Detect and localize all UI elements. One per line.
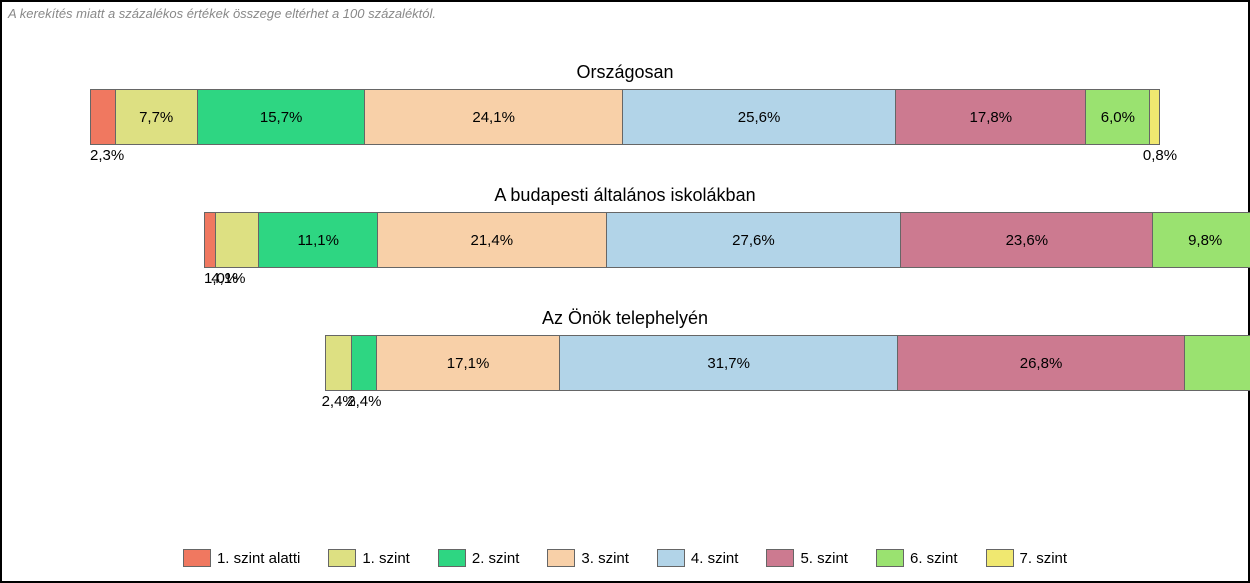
bar-segment-label-external: 4,1%: [211, 270, 245, 287]
bar-segment: 21,4%: [378, 213, 607, 267]
legend: 1. szint alatti 1. szint 2. szint 3. szint 4…: [2, 549, 1248, 567]
legend-swatch: [438, 549, 466, 567]
legend-item: 4. szint: [657, 549, 739, 567]
legend-label: 3. szint: [581, 550, 629, 567]
bar-segment: [352, 336, 378, 390]
legend-label: 4. szint: [691, 550, 739, 567]
stacked-bar: 11,1%21,4%27,6%23,6%9,8%: [204, 212, 1250, 268]
bar-group: Az Önök telephelyén 17,1%31,7%26,8%19,5%2…: [2, 308, 1248, 391]
bar-group: A budapesti általános iskolákban 11,1%21,…: [2, 185, 1248, 268]
chart-footnote: A kerekítés miatt a százalékos értékek ö…: [8, 6, 436, 21]
bar-segment-label-external: 2,4%: [347, 393, 381, 410]
stacked-bar: 7,7%15,7%24,1%25,6%17,8%6,0%: [90, 89, 1160, 145]
bar-segment-label-external: 2,3%: [90, 147, 124, 164]
legend-label: 5. szint: [800, 550, 848, 567]
bar-title: Az Önök telephelyén: [2, 308, 1248, 329]
bar-segment: 6,0%: [1086, 90, 1150, 144]
bar-segment: 26,8%: [898, 336, 1184, 390]
legend-item: 5. szint: [766, 549, 848, 567]
bar-segment: [205, 213, 216, 267]
bar-row: 7,7%15,7%24,1%25,6%17,8%6,0%2,3%0,8%: [90, 89, 1160, 145]
legend-item: 7. szint: [986, 549, 1068, 567]
bar-title: Országosan: [2, 62, 1248, 83]
chart-container: A kerekítés miatt a százalékos értékek ö…: [0, 0, 1250, 583]
legend-label: 1. szint alatti: [217, 550, 300, 567]
legend-swatch: [657, 549, 685, 567]
legend-label: 6. szint: [910, 550, 958, 567]
legend-item: 3. szint: [547, 549, 629, 567]
legend-swatch: [766, 549, 794, 567]
bar-segment: 19,5%: [1185, 336, 1250, 390]
legend-swatch: [183, 549, 211, 567]
legend-swatch: [986, 549, 1014, 567]
bars-area: Országosan7,7%15,7%24,1%25,6%17,8%6,0%2,…: [2, 62, 1248, 431]
bar-title: A budapesti általános iskolákban: [2, 185, 1248, 206]
bar-segment: 17,8%: [896, 90, 1086, 144]
bar-segment: [91, 90, 116, 144]
bar-segment: 25,6%: [623, 90, 896, 144]
bar-row: 11,1%21,4%27,6%23,6%9,8%1,0%4,1%1,4%: [204, 212, 1250, 268]
legend-swatch: [876, 549, 904, 567]
legend-item: 6. szint: [876, 549, 958, 567]
bar-segment: [216, 213, 260, 267]
legend-label: 2. szint: [472, 550, 520, 567]
bar-segment: 23,6%: [901, 213, 1153, 267]
legend-swatch: [328, 549, 356, 567]
bar-segment: [1150, 90, 1159, 144]
bar-segment-label-external: 0,8%: [1143, 147, 1177, 164]
bar-segment: 31,7%: [560, 336, 899, 390]
legend-item: 1. szint: [328, 549, 410, 567]
legend-label: 1. szint: [362, 550, 410, 567]
bar-segment: 27,6%: [607, 213, 902, 267]
bar-segment: 17,1%: [377, 336, 560, 390]
bar-segment: 15,7%: [198, 90, 366, 144]
bar-segment: 7,7%: [116, 90, 198, 144]
bar-row: 17,1%31,7%26,8%19,5%2,4%2,4%: [325, 335, 1250, 391]
bar-segment: 11,1%: [259, 213, 378, 267]
legend-label: 7. szint: [1020, 550, 1068, 567]
legend-item: 1. szint alatti: [183, 549, 300, 567]
bar-segment: 24,1%: [365, 90, 622, 144]
bar-segment: 9,8%: [1153, 213, 1250, 267]
legend-item: 2. szint: [438, 549, 520, 567]
bar-group: Országosan 7,7%15,7%24,1%25,6%17,8%6,0%2,…: [2, 62, 1248, 145]
legend-swatch: [547, 549, 575, 567]
bar-segment: [326, 336, 352, 390]
stacked-bar: 17,1%31,7%26,8%19,5%: [325, 335, 1250, 391]
